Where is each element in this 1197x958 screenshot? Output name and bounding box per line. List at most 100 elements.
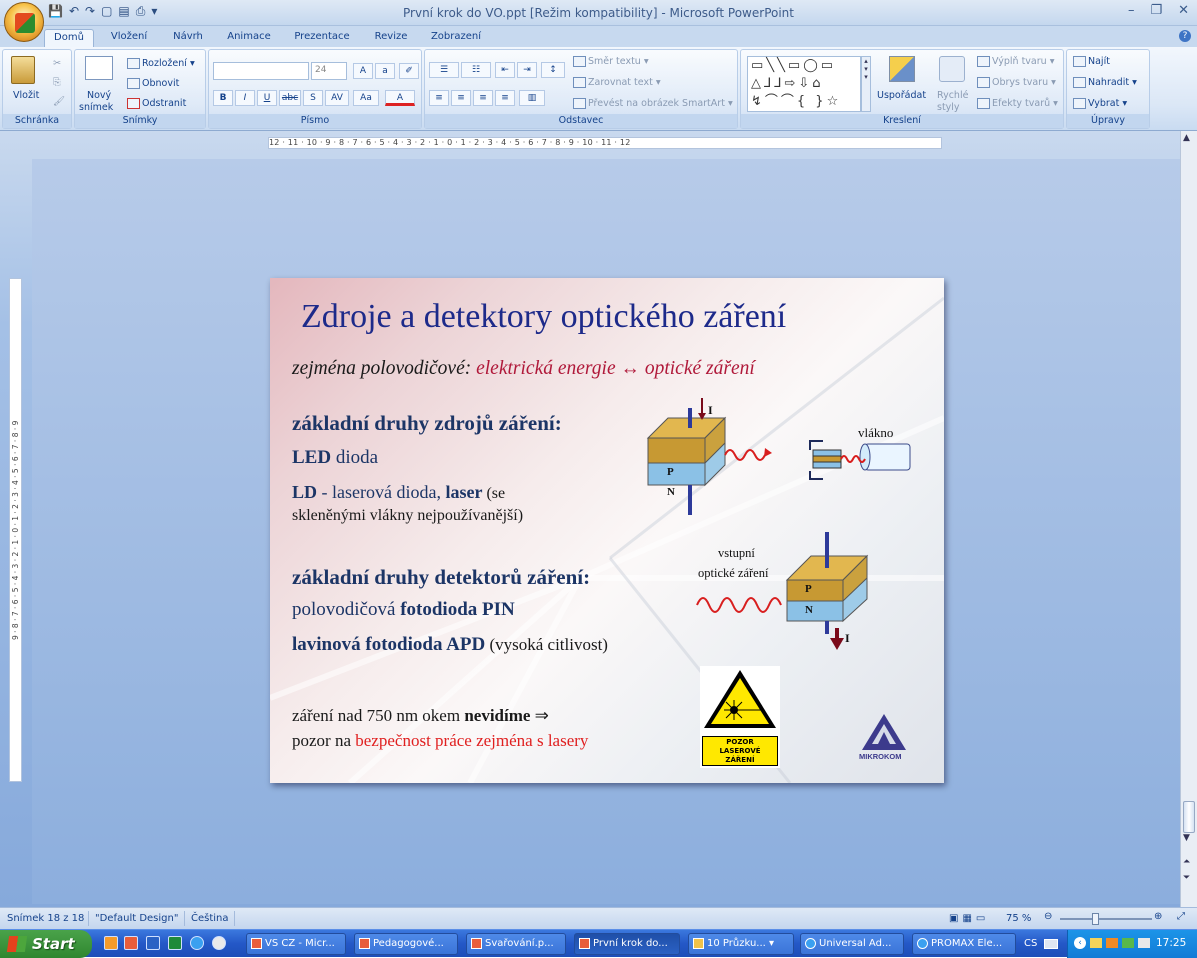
shape-fill-button[interactable]: Výplň tvaru ▾ <box>977 56 1054 67</box>
zoom-slider-thumb[interactable] <box>1092 913 1099 925</box>
tray-expand-icon[interactable]: ‹ <box>1074 937 1086 949</box>
underline-icon[interactable]: U <box>257 90 277 106</box>
quicklaunch-6-icon[interactable] <box>212 936 226 950</box>
italic-icon[interactable]: I <box>235 90 255 106</box>
increase-indent-icon[interactable]: ⇥ <box>517 62 537 78</box>
taskbar-item-prvni-krok[interactable]: První krok do... <box>574 933 680 955</box>
justify-icon[interactable]: ≡ <box>495 90 515 106</box>
slide-title[interactable]: Zdroje a detektory optického záření <box>301 298 786 336</box>
detectors-heading[interactable]: základní druhy detektorů záření: <box>292 565 590 590</box>
zoom-out-icon[interactable]: ⊖ <box>1044 911 1052 922</box>
slideshow-icon[interactable]: ▭ <box>976 913 989 924</box>
arrange-icon[interactable] <box>889 56 915 82</box>
sources-heading[interactable]: základní druhy zdrojů záření: <box>292 411 562 436</box>
scroll-down-icon[interactable]: ▼ <box>1183 833 1190 843</box>
scroll-thumb[interactable] <box>1183 801 1195 833</box>
grow-font-icon[interactable]: A <box>353 63 373 79</box>
clear-formatting-icon[interactable]: ✐ <box>399 63 419 79</box>
delete-slide-button[interactable]: Odstranit <box>127 98 186 109</box>
vertical-scrollbar[interactable]: ▲ ▼ ⏶ ⏷ <box>1180 131 1197 907</box>
new-slide-button-line2[interactable]: snímek <box>79 102 113 113</box>
reset-button[interactable]: Obnovit <box>127 78 179 89</box>
bold-icon[interactable]: B <box>213 90 233 106</box>
normal-view-icon[interactable]: ▣ <box>949 913 962 924</box>
decrease-indent-icon[interactable]: ⇤ <box>495 62 515 78</box>
keyboard-icon[interactable] <box>1044 939 1058 949</box>
smartart-button[interactable]: Převést na obrázek SmartArt ▾ <box>573 98 733 109</box>
volume-icon[interactable] <box>1138 938 1150 948</box>
tab-domu[interactable]: Domů <box>44 29 94 47</box>
zoom-slider-track[interactable] <box>1060 918 1152 920</box>
previous-slide-icon[interactable]: ⏶ <box>1183 857 1190 867</box>
tray-app-icon[interactable] <box>1106 938 1118 948</box>
internet-explorer-icon[interactable] <box>190 936 204 950</box>
shrink-font-icon[interactable]: a <box>375 63 395 79</box>
slide-sorter-icon[interactable]: ▦ <box>962 913 975 924</box>
shape-effects-button[interactable]: Efekty tvarů ▾ <box>977 98 1058 109</box>
zoom-in-icon[interactable]: ⊕ <box>1154 911 1162 922</box>
shapes-gallery-scroll[interactable]: ▴ ▾ ▾ <box>861 56 871 112</box>
language-bar[interactable]: CS <box>1024 938 1037 949</box>
quicklaunch-2-icon[interactable] <box>124 936 138 950</box>
taskbar-item-pedagogove[interactable]: Pedagogové... <box>354 933 458 955</box>
select-button[interactable]: Vybrat ▾ <box>1073 98 1127 109</box>
strikethrough-icon[interactable]: abc <box>279 90 301 106</box>
tab-vlozeni[interactable]: Vložení <box>100 29 158 47</box>
pin-item[interactable]: polovodičová fotodioda PIN <box>292 599 515 621</box>
taskbar-item-pruzkum[interactable]: 10 Průzku... ▾ <box>688 933 794 955</box>
paste-button[interactable]: Vložit <box>13 90 39 101</box>
word-icon[interactable] <box>146 936 160 950</box>
align-right-icon[interactable]: ≡ <box>473 90 493 106</box>
office-button[interactable] <box>4 2 44 42</box>
tab-navrh[interactable]: Návrh <box>164 29 212 47</box>
numbering-icon[interactable]: ☷ <box>461 62 491 78</box>
paste-icon[interactable] <box>11 56 35 84</box>
change-case-icon[interactable]: Aa <box>353 90 379 106</box>
clock[interactable]: 17:25 <box>1156 937 1186 949</box>
arrange-button[interactable]: Uspořádat <box>877 90 926 101</box>
network-icon[interactable] <box>1122 938 1134 948</box>
taskbar-item-promax[interactable]: PROMAX Ele... <box>912 933 1016 955</box>
mail-icon[interactable] <box>1090 938 1102 948</box>
warning-line-2[interactable]: pozor na bezpečnost práce zejména s lase… <box>292 731 588 751</box>
ld-item[interactable]: LD - laserová dioda, laser (se <box>292 482 505 503</box>
start-button[interactable]: Start <box>0 930 92 958</box>
quick-styles-icon[interactable] <box>939 56 965 82</box>
fit-to-window-icon[interactable]: ⤢ <box>1177 911 1185 922</box>
apd-item[interactable]: lavinová fotodioda APD (vysoká citlivost… <box>292 634 608 656</box>
view-buttons[interactable]: ▣▦▭ <box>949 913 989 924</box>
slide[interactable]: Zdroje a detektory optického záření zejm… <box>270 278 944 783</box>
next-slide-icon[interactable]: ⏷ <box>1183 873 1190 883</box>
font-color-icon[interactable]: A <box>385 90 415 106</box>
find-button[interactable]: Najít <box>1073 56 1110 67</box>
zoom-level[interactable]: 75 % <box>1006 913 1031 924</box>
quicklaunch-1-icon[interactable] <box>104 936 118 950</box>
taskbar-item-vs-cz[interactable]: VS CZ - Micr... <box>246 933 346 955</box>
warning-line-1[interactable]: záření nad 750 nm okem nevidíme ⇒ <box>292 706 549 726</box>
taskbar-item-svarovani[interactable]: Svařování.p... <box>466 933 566 955</box>
columns-icon[interactable]: ▥ <box>519 90 545 106</box>
tab-zobrazeni[interactable]: Zobrazení <box>424 29 488 47</box>
quick-styles-button-line2[interactable]: styly <box>937 102 960 113</box>
align-left-icon[interactable]: ≡ <box>429 90 449 106</box>
scroll-up-icon[interactable]: ▲ <box>1183 133 1190 143</box>
shape-outline-button[interactable]: Obrys tvaru ▾ <box>977 77 1056 88</box>
slide-subtitle[interactable]: zejména polovodičové: elektrická energie… <box>292 358 755 380</box>
char-spacing-icon[interactable]: AV <box>325 90 349 106</box>
cut-icon[interactable]: ✂ <box>53 58 61 69</box>
font-name-input[interactable] <box>213 62 309 80</box>
restore-icon[interactable]: ❐ <box>1150 3 1162 18</box>
bullets-icon[interactable]: ☰ <box>429 62 459 78</box>
tab-revize[interactable]: Revize <box>364 29 418 47</box>
copy-icon[interactable]: ⎘ <box>53 77 61 88</box>
line-spacing-icon[interactable]: ↕ <box>541 62 565 78</box>
align-text-button[interactable]: Zarovnat text ▾ <box>573 77 661 88</box>
close-icon[interactable]: ✕ <box>1178 3 1189 18</box>
led-item[interactable]: LED dioda <box>292 447 378 469</box>
layout-button[interactable]: Rozložení ▾ <box>127 58 195 69</box>
new-slide-button[interactable]: Nový <box>87 90 111 101</box>
ld-item-line2[interactable]: skleněnými vlákny nejpoužívanější) <box>292 507 523 525</box>
help-icon[interactable]: ? <box>1179 30 1191 42</box>
text-direction-button[interactable]: Směr textu ▾ <box>573 56 649 67</box>
replace-button[interactable]: Nahradit ▾ <box>1073 77 1137 88</box>
